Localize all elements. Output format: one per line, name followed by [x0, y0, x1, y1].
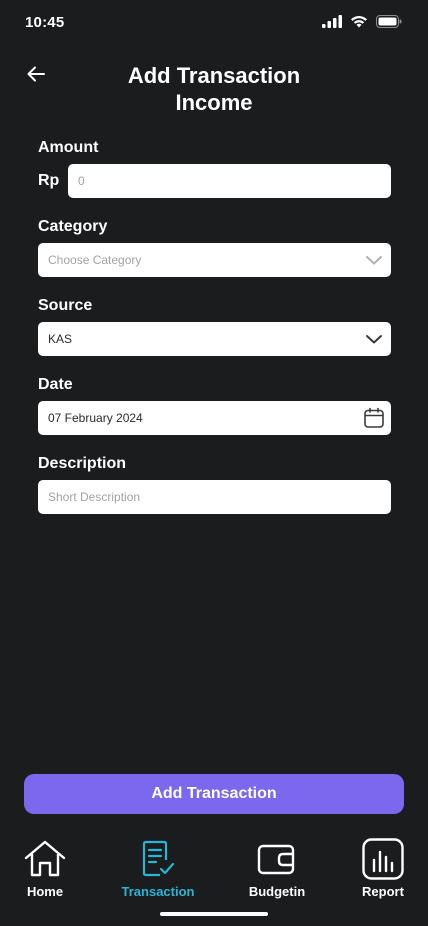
nav-item-budgetin[interactable]: Budgetin	[232, 838, 322, 899]
battery-icon	[376, 15, 402, 28]
date-input[interactable]: 07 February 2024	[38, 401, 391, 435]
date-label: Date	[38, 376, 73, 393]
nav-item-home[interactable]: Home	[0, 838, 90, 899]
nav-label-budgetin: Budgetin	[248, 884, 306, 899]
report-icon	[362, 838, 404, 880]
nav-item-transaction[interactable]: Transaction	[113, 838, 203, 899]
category-select[interactable]: Choose Category	[38, 243, 391, 277]
amount-input[interactable]: 0	[68, 164, 391, 198]
date-field-group: Date 07 February 2024	[38, 375, 391, 435]
page-title-line1: Add Transaction	[127, 63, 301, 88]
description-field-group: Description Short Description	[38, 454, 391, 514]
category-placeholder: Choose Category	[48, 253, 142, 267]
amount-placeholder: 0	[78, 174, 85, 188]
page-title: Add Transaction Income	[0, 62, 428, 116]
nav-label-transaction: Transaction	[121, 884, 195, 899]
nav-label-home: Home	[26, 884, 64, 899]
description-placeholder: Short Description	[48, 490, 141, 504]
source-value: KAS	[48, 332, 73, 346]
category-field-group: Category Choose Category	[38, 217, 391, 277]
nav-item-report[interactable]: Report	[338, 838, 428, 899]
date-value: 07 February 2024	[48, 411, 143, 425]
category-label: Category	[38, 218, 108, 235]
amount-row: Rp 0	[38, 164, 391, 198]
home-icon	[24, 840, 66, 877]
nav-label-report: Report	[362, 884, 404, 899]
transaction-form: Amount Rp 0 Category Choose Category Sou…	[38, 138, 391, 533]
source-field-group: Source KAS	[38, 296, 391, 356]
amount-label: Amount	[38, 139, 99, 156]
calendar-icon[interactable]	[363, 407, 385, 429]
home-indicator	[160, 912, 268, 916]
add-transaction-button[interactable]: Add Transaction	[24, 774, 404, 814]
source-select[interactable]: KAS	[38, 322, 391, 356]
signal-icon	[322, 15, 342, 28]
status-icons	[322, 15, 402, 28]
page-title-line2: Income	[175, 90, 253, 115]
description-input[interactable]: Short Description	[38, 480, 391, 514]
chevron-down-icon	[363, 249, 385, 271]
amount-field-group: Amount Rp 0	[38, 138, 391, 198]
wallet-icon	[257, 844, 295, 875]
currency-label: Rp	[38, 172, 60, 189]
status-bar: 10:45	[0, 0, 428, 46]
bottom-nav: Home Transaction Budgetin Report	[0, 826, 428, 926]
source-label: Source	[38, 297, 93, 314]
chevron-down-icon	[363, 328, 385, 350]
transaction-icon	[142, 840, 175, 877]
header: Add Transaction Income	[0, 60, 428, 120]
wifi-icon	[351, 16, 367, 28]
description-label: Description	[38, 455, 127, 472]
status-time: 10:45	[25, 14, 65, 31]
